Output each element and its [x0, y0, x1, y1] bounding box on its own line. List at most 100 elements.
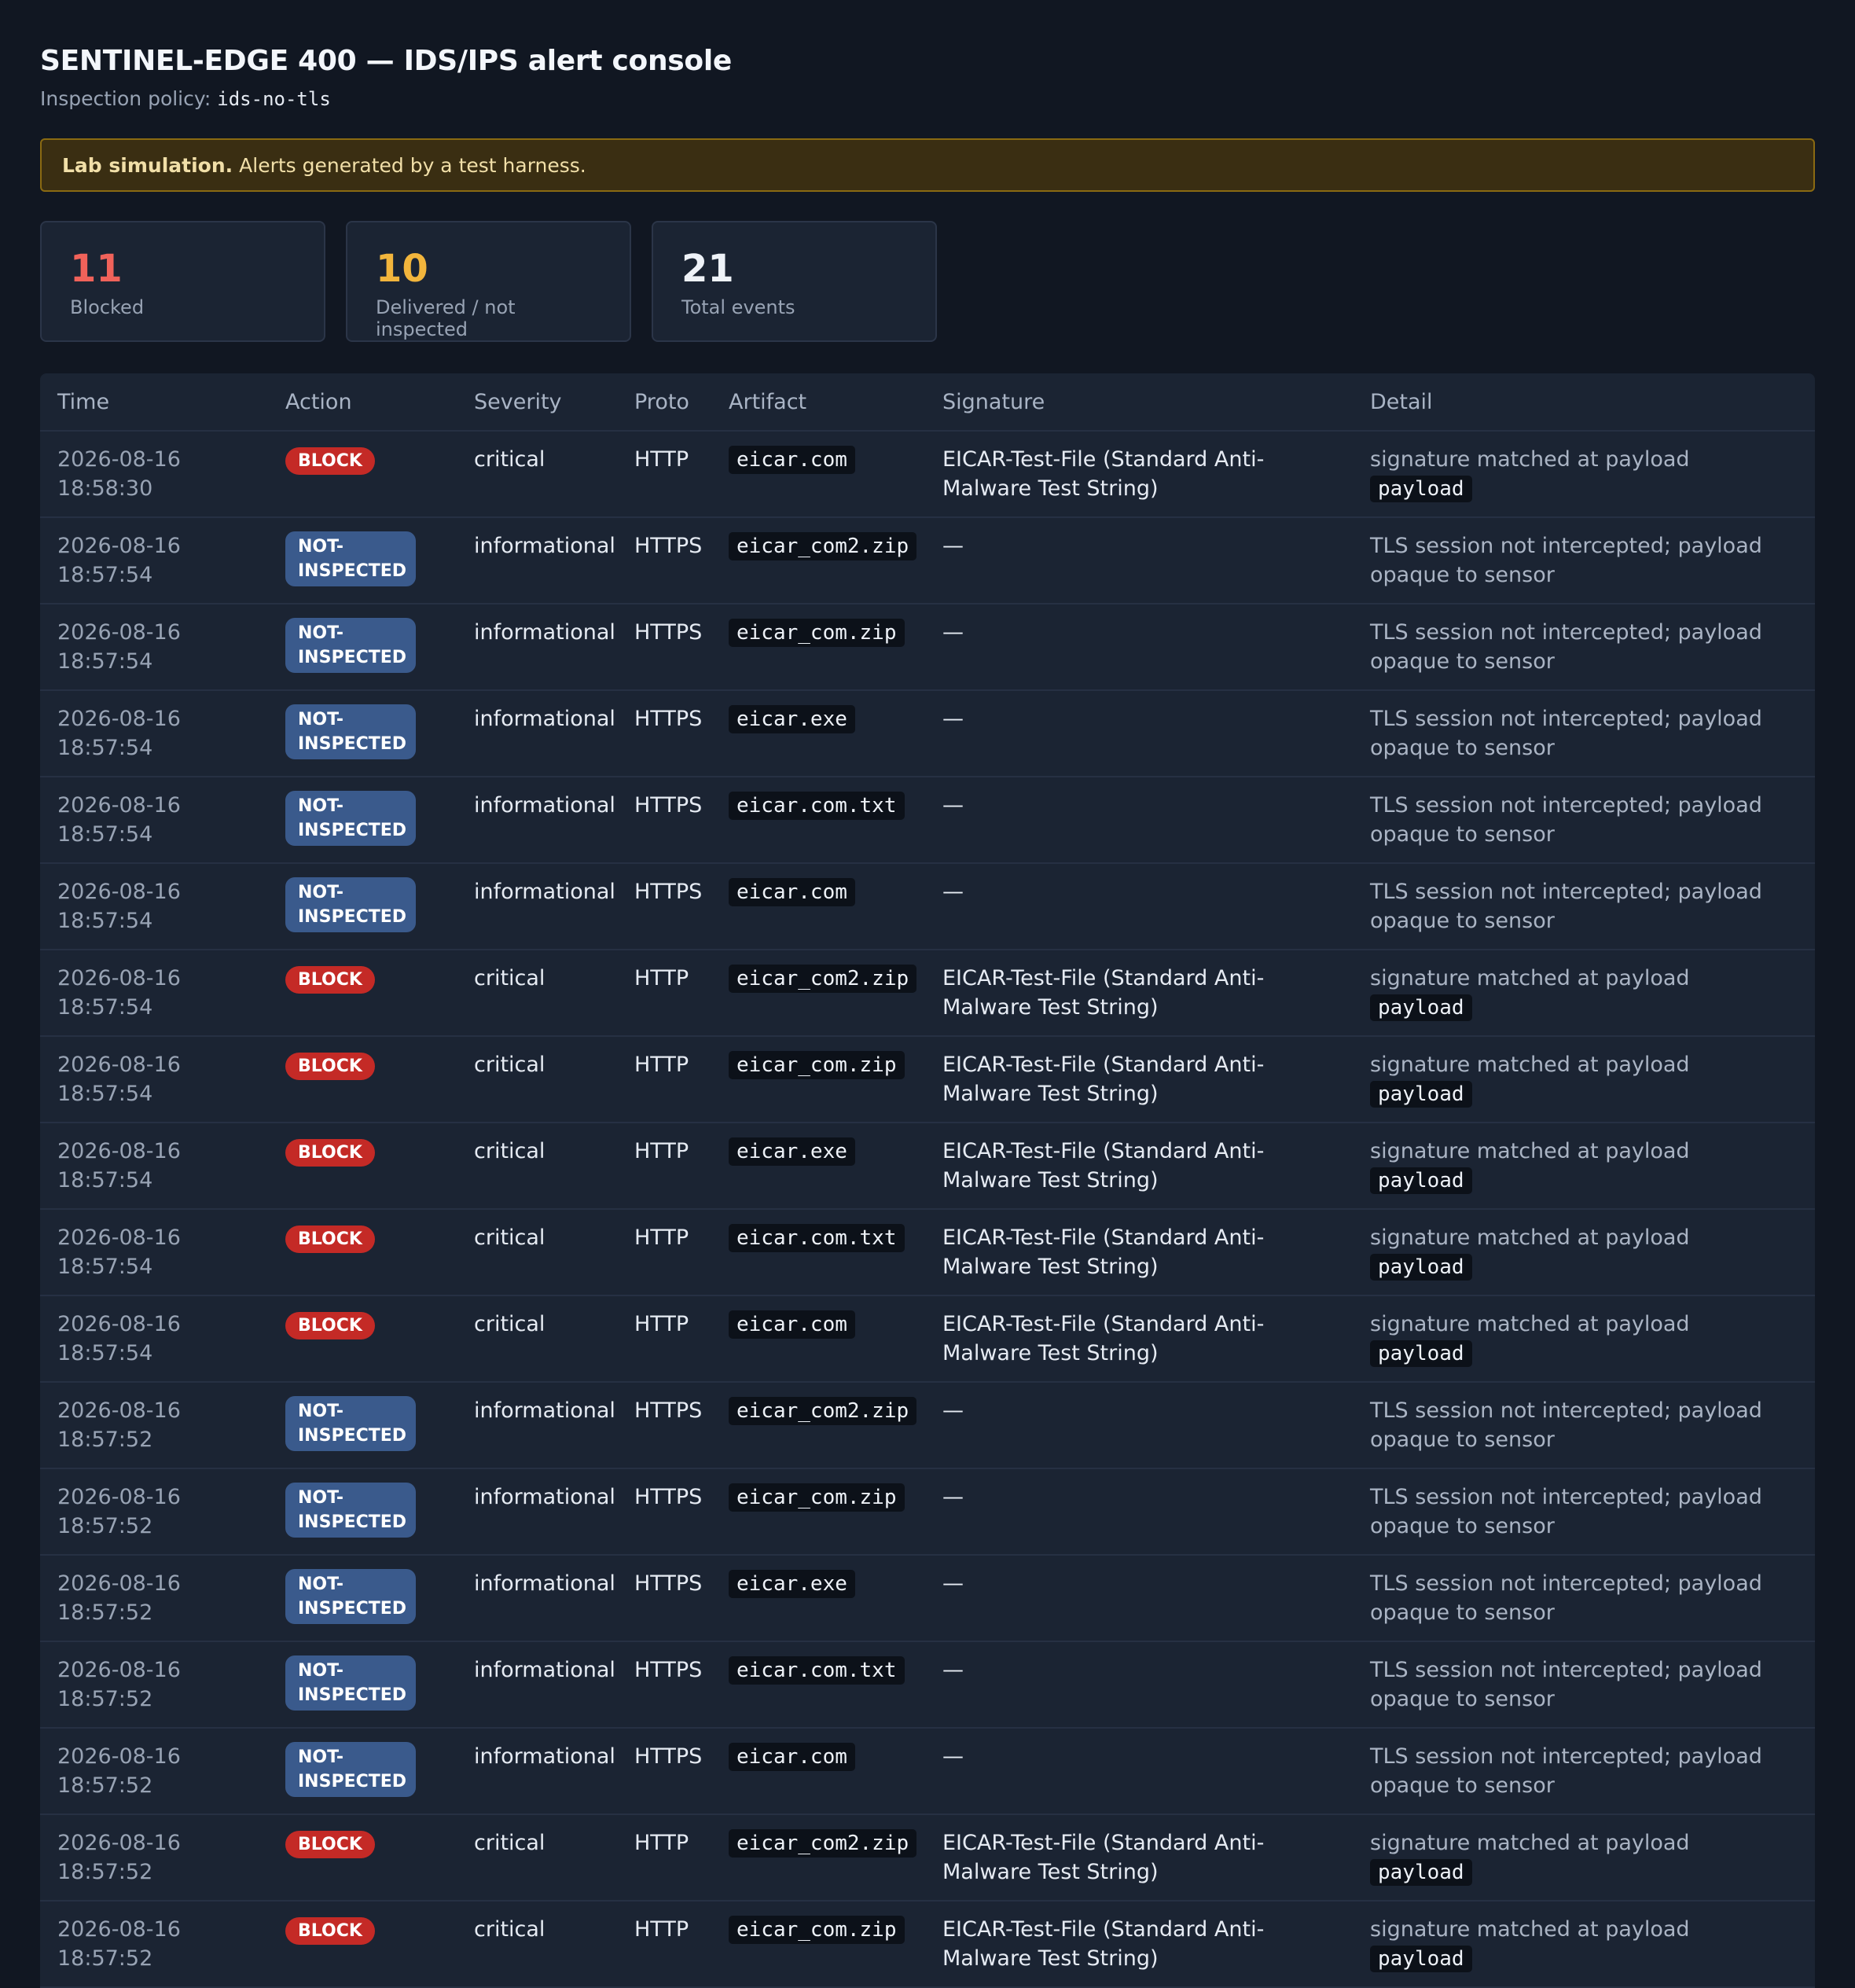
table-row[interactable]: 2026-08-16 18:57:52 BLOCK critical HTTP eica… [40, 1814, 1815, 1902]
artifact-name: eicar.com [729, 446, 855, 474]
cell-action: NOT-INSPECTED [268, 517, 457, 604]
table-row[interactable]: 2026-08-16 18:57:52 BLOCK critical HTTP eica… [40, 1901, 1815, 1988]
cell-artifact: eicar.exe [711, 690, 925, 777]
cell-time: 2026-08-16 18:57:52 [40, 1641, 268, 1729]
cell-signature: EICAR-Test-File (Standard Anti-Malware T… [925, 1123, 1353, 1210]
cell-signature: — [925, 1468, 1353, 1556]
action-badge-not-inspected: NOT-INSPECTED [285, 1569, 416, 1624]
table-row[interactable]: 2026-08-16 18:57:52 NOT-INSPECTED informat… [40, 1641, 1815, 1729]
column-header-signature[interactable]: Signature [925, 373, 1353, 432]
cell-detail: TLS session not intercepted; payload opa… [1353, 517, 1815, 604]
cell-time: 2026-08-16 18:57:54 [40, 604, 268, 691]
table-row[interactable]: 2026-08-16 18:57:54 BLOCK critical HTTP eica… [40, 1123, 1815, 1210]
table-row[interactable]: 2026-08-16 18:57:54 BLOCK critical HTTP eica… [40, 1036, 1815, 1123]
detail-code: payload [1370, 1081, 1472, 1108]
cell-proto: HTTPS [617, 517, 711, 604]
artifact-name: eicar.exe [729, 705, 855, 733]
column-header-severity[interactable]: Severity [457, 373, 617, 432]
cell-artifact: eicar.exe [711, 1555, 925, 1642]
table-row[interactable]: 2026-08-16 18:57:54 NOT-INSPECTED informat… [40, 863, 1815, 950]
cell-proto: HTTPS [617, 1555, 711, 1642]
detail-text: TLS session not intercepted; payload opa… [1370, 1571, 1762, 1625]
cell-artifact: eicar_com2.zip [711, 950, 925, 1037]
cell-time: 2026-08-16 18:58:30 [40, 431, 268, 518]
artifact-name: eicar.exe [729, 1137, 855, 1166]
cell-signature: EICAR-Test-File (Standard Anti-Malware T… [925, 1036, 1353, 1123]
cell-proto: HTTP [617, 1209, 711, 1296]
table-row[interactable]: 2026-08-16 18:58:30 BLOCK critical HTTP eica… [40, 431, 1815, 518]
policy-label: Inspection policy: [40, 87, 211, 110]
cell-detail: TLS session not intercepted; payload opa… [1353, 1641, 1815, 1729]
cell-proto: HTTPS [617, 604, 711, 691]
action-badge-block: BLOCK [285, 1312, 375, 1339]
action-badge-not-inspected: NOT-INSPECTED [285, 1483, 416, 1538]
table-row[interactable]: 2026-08-16 18:57:54 BLOCK critical HTTP eica… [40, 1209, 1815, 1296]
stat-label: Delivered / not inspected [376, 296, 516, 340]
detail-text: signature matched at payload [1370, 1139, 1690, 1163]
table-row[interactable]: 2026-08-16 18:57:54 BLOCK critical HTTP eica… [40, 1295, 1815, 1383]
artifact-name: eicar_com2.zip [729, 965, 917, 993]
cell-proto: HTTP [617, 1901, 711, 1988]
alert-console-page: SENTINEL-EDGE 400 — IDS/IPS alert consol… [0, 0, 1855, 1988]
cell-signature: — [925, 1555, 1353, 1642]
cell-detail: TLS session not intercepted; payload opa… [1353, 1468, 1815, 1556]
action-badge-block: BLOCK [285, 1139, 375, 1167]
table-row[interactable]: 2026-08-16 18:57:52 NOT-INSPECTED informat… [40, 1382, 1815, 1469]
artifact-name: eicar.com [729, 878, 855, 906]
column-header-detail[interactable]: Detail [1353, 373, 1815, 432]
cell-action: NOT-INSPECTED [268, 604, 457, 691]
inspection-policy: Inspection policy: ids-no-tls [40, 85, 1815, 113]
cell-action: NOT-INSPECTED [268, 1555, 457, 1642]
action-badge-not-inspected: NOT-INSPECTED [285, 1742, 416, 1797]
column-header-time[interactable]: Time [40, 373, 268, 432]
cell-proto: HTTPS [617, 863, 711, 950]
table-row[interactable]: 2026-08-16 18:57:54 NOT-INSPECTED informat… [40, 517, 1815, 604]
table-row[interactable]: 2026-08-16 18:57:54 NOT-INSPECTED informat… [40, 690, 1815, 777]
table-row[interactable]: 2026-08-16 18:57:54 BLOCK critical HTTP eica… [40, 950, 1815, 1037]
detail-text: signature matched at payload [1370, 1917, 1690, 1942]
table-row[interactable]: 2026-08-16 18:57:54 NOT-INSPECTED informat… [40, 604, 1815, 691]
action-badge-block: BLOCK [285, 447, 375, 475]
detail-code: payload [1370, 1340, 1472, 1367]
artifact-name: eicar.com [729, 1310, 855, 1339]
cell-detail: signature matched at payload payload [1353, 1901, 1815, 1988]
cell-time: 2026-08-16 18:57:54 [40, 1209, 268, 1296]
detail-text: TLS session not intercepted; payload opa… [1370, 534, 1762, 587]
column-header-proto[interactable]: Proto [617, 373, 711, 432]
action-badge-block: BLOCK [285, 1053, 375, 1080]
action-badge-block: BLOCK [285, 1226, 375, 1253]
artifact-name: eicar_com.zip [729, 1483, 905, 1512]
detail-code: payload [1370, 476, 1472, 502]
table-row[interactable]: 2026-08-16 18:57:54 NOT-INSPECTED informat… [40, 777, 1815, 864]
cell-artifact: eicar.exe [711, 1123, 925, 1210]
detail-text: TLS session not intercepted; payload opa… [1370, 620, 1762, 674]
table-row[interactable]: 2026-08-16 18:57:52 NOT-INSPECTED informat… [40, 1468, 1815, 1556]
action-badge-not-inspected: NOT-INSPECTED [285, 1655, 416, 1711]
action-badge-not-inspected: NOT-INSPECTED [285, 791, 416, 846]
cell-proto: HTTPS [617, 777, 711, 864]
cell-action: BLOCK [268, 1901, 457, 1988]
cell-detail: TLS session not intercepted; payload opa… [1353, 1728, 1815, 1815]
cell-severity: informational [457, 1382, 617, 1469]
cell-action: BLOCK [268, 431, 457, 518]
detail-text: signature matched at payload [1370, 1053, 1690, 1077]
cell-signature: — [925, 690, 1353, 777]
cell-detail: signature matched at payload payload [1353, 1036, 1815, 1123]
cell-severity: informational [457, 777, 617, 864]
artifact-name: eicar.com.txt [729, 1656, 905, 1685]
cell-proto: HTTPS [617, 1468, 711, 1556]
banner-text: Alerts generated by a test harness. [239, 153, 586, 177]
cell-detail: TLS session not intercepted; payload opa… [1353, 1555, 1815, 1642]
cell-severity: informational [457, 517, 617, 604]
table-row[interactable]: 2026-08-16 18:57:52 NOT-INSPECTED informat… [40, 1555, 1815, 1642]
cell-action: NOT-INSPECTED [268, 1468, 457, 1556]
detail-code: payload [1370, 1946, 1472, 1972]
cell-severity: critical [457, 950, 617, 1037]
cell-proto: HTTP [617, 1814, 711, 1902]
column-header-artifact[interactable]: Artifact [711, 373, 925, 432]
artifact-name: eicar.com [729, 1743, 855, 1771]
table-row[interactable]: 2026-08-16 18:57:52 NOT-INSPECTED informat… [40, 1728, 1815, 1815]
cell-action: BLOCK [268, 1123, 457, 1210]
column-header-action[interactable]: Action [268, 373, 457, 432]
cell-severity: critical [457, 1295, 617, 1383]
